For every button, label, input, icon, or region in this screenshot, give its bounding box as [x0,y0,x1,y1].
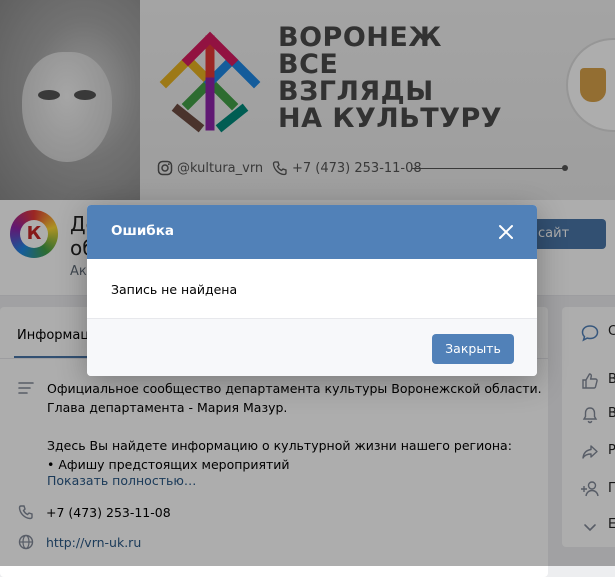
dialog-header: Ошибка [87,205,537,259]
error-dialog: Ошибка Запись не найдена Закрыть [87,205,537,376]
close-button[interactable]: Закрыть [432,334,514,364]
dialog-message: Запись не найдена [111,282,238,297]
dialog-footer: Закрыть [87,318,537,376]
dialog-title: Ошибка [111,223,174,239]
close-icon[interactable] [497,223,515,241]
